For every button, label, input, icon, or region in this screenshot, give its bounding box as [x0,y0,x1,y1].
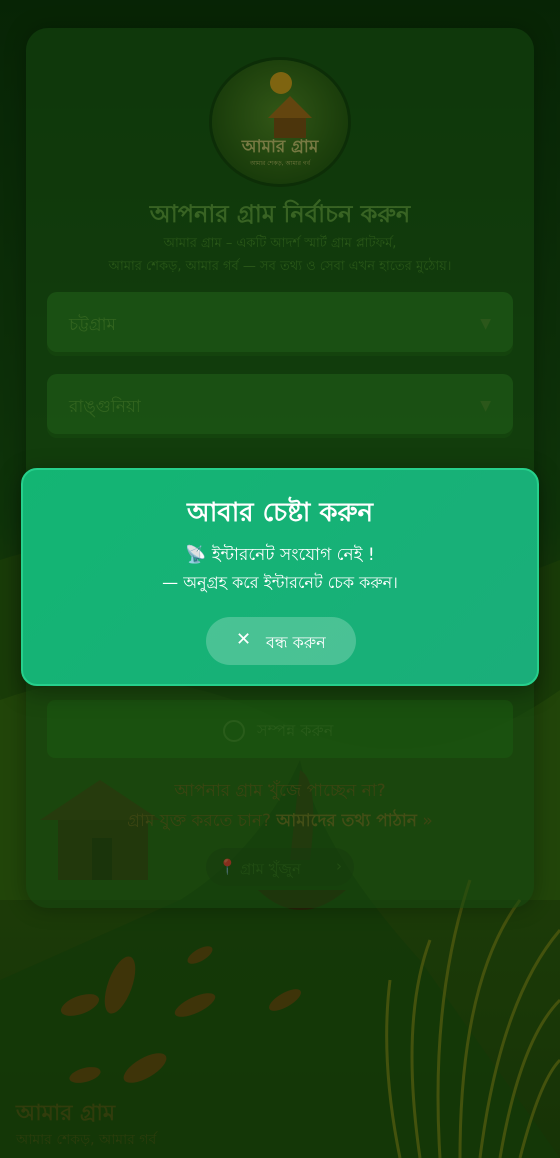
close-button-label: বন্ধ করুন [266,633,326,652]
close-button[interactable]: ✕ বন্ধ করুন [206,617,356,665]
modal-message-check-internet: — অনুগ্রহ করে ইন্টারনেট চেক করুন। [162,573,398,592]
close-icon: ✕ [236,629,252,650]
modal-message-no-internet: 📡 ইন্টারনেট সংযোগ নেই ! [185,545,375,565]
modal-title: আবার চেষ্টা করুন [186,498,374,528]
retry-modal: আবার চেষ্টা করুন 📡 ইন্টারনেট সংযোগ নেই !… [21,468,539,686]
